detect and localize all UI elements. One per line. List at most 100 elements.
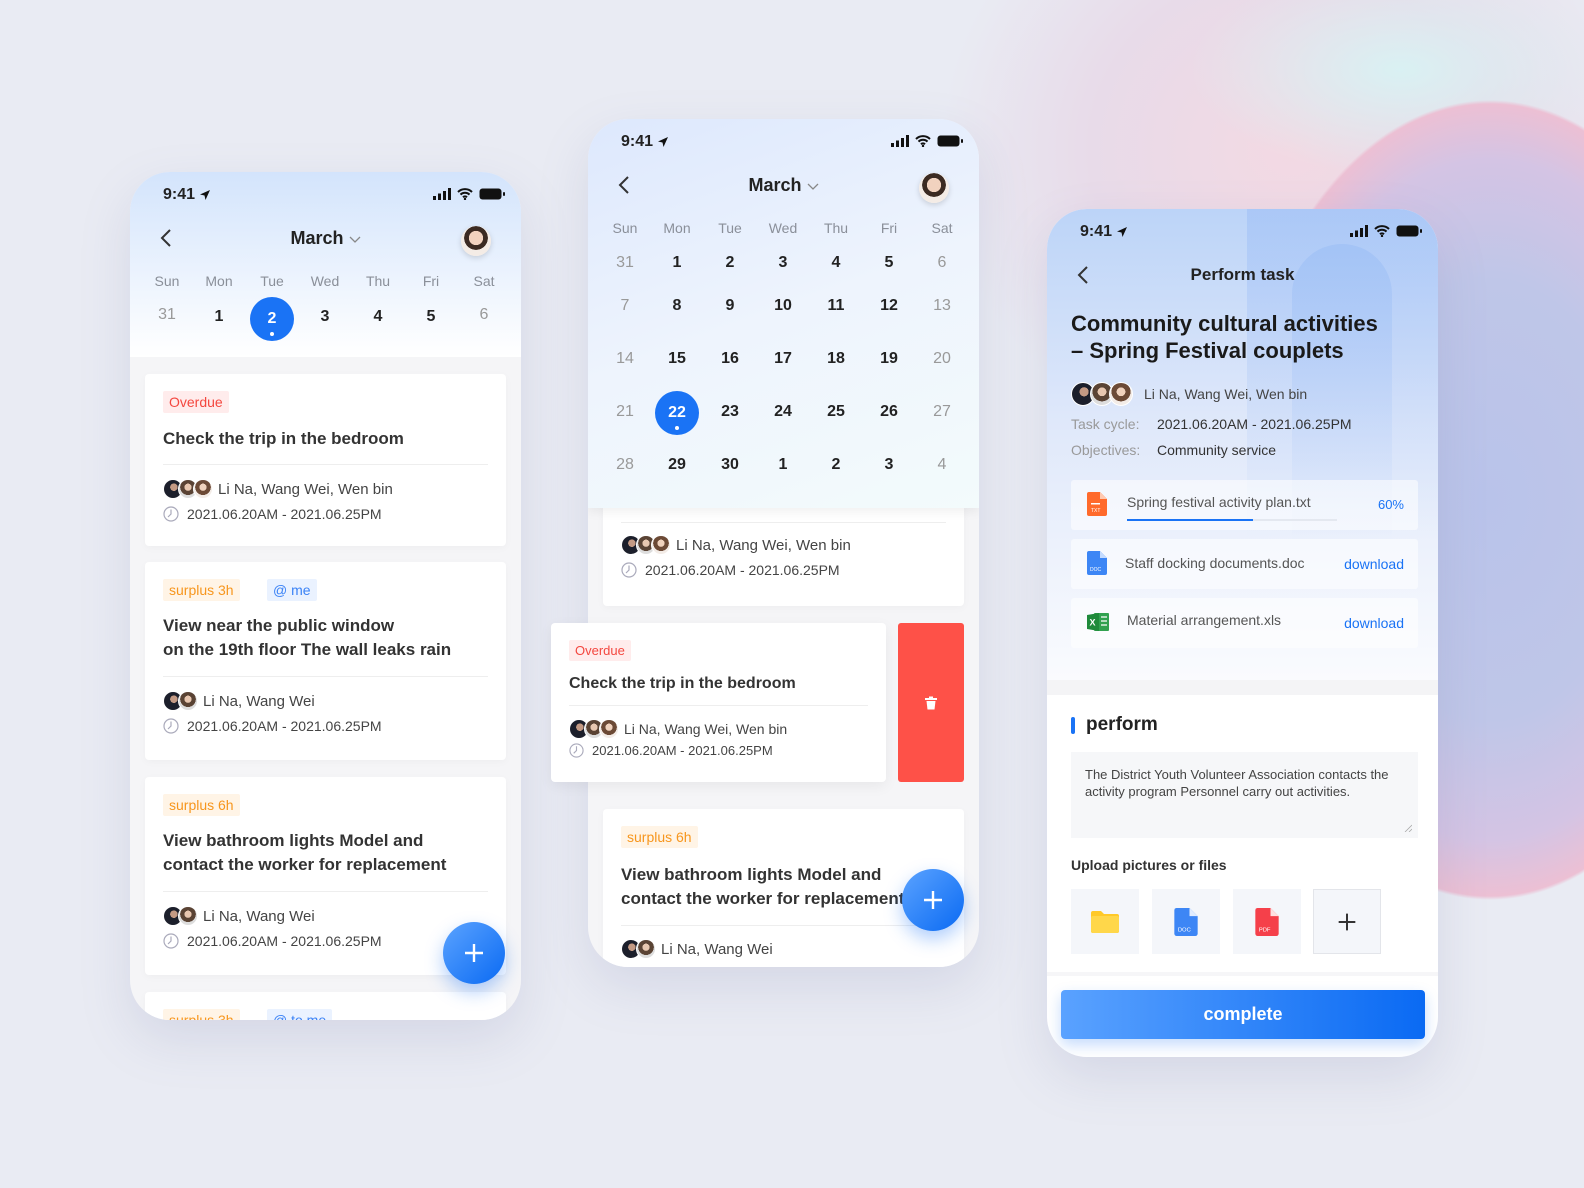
date-cell[interactable]: 3 [763,254,803,272]
date-cell-selected[interactable]: 22 [655,391,699,435]
status-tag: Overdue [163,391,229,413]
date-cell[interactable]: 6 [922,254,962,272]
battery-icon [479,188,505,200]
date-cell[interactable]: 1 [763,456,803,474]
upload-tile-doc[interactable]: DOC [1152,889,1220,954]
clock-icon [621,562,637,578]
date-cell[interactable]: 2 [816,456,856,474]
task-title: View near the public window on the 19th f… [163,614,488,662]
weekday-label: Tue [260,273,284,289]
date-cell[interactable]: 14 [605,350,645,368]
resize-handle-icon[interactable] [1404,824,1412,832]
weekday-label: Thu [365,273,391,289]
date-cell[interactable]: 19 [869,350,909,368]
status-bar-icons [891,135,963,147]
date-cell[interactable]: 1 [657,254,697,272]
date-cell[interactable]: 18 [816,350,856,368]
task-card[interactable]: surplus 3h @ to me [145,992,506,1020]
task-card[interactable]: surplus 3h @ me View near the public windo… [145,562,506,760]
wifi-icon [1374,225,1390,237]
date-cell[interactable]: 4 [358,308,398,326]
clock-icon [569,743,584,758]
clock-icon [163,506,179,522]
weekday-label: Tue [718,220,742,236]
weekday-label: Fri [880,220,898,236]
status-tag: surplus 3h [163,579,240,601]
date-cell[interactable]: 16 [710,350,750,368]
date-cell[interactable]: 5 [411,308,451,326]
complete-label: complete [1203,1004,1283,1024]
date-cell[interactable]: 15 [657,350,697,368]
date-cell[interactable]: 31 [605,254,645,272]
svg-text:PDF: PDF [1259,927,1271,933]
signal-icon [1350,225,1368,237]
calendar-panel: 9:41 March Sun Mon Tue Wed Thu Fri Sat 31 1 2 3 4 5 6… [588,119,979,508]
date-cell[interactable]: 21 [605,403,645,421]
assignee-names: Li Na, Wang Wei, Wen bin [1144,386,1308,402]
month-title: March [290,228,344,248]
task-time: 2021.06.20AM - 2021.06.25PM [163,506,382,522]
date-cell[interactable]: 13 [922,297,962,315]
page-title: Perform task [1190,265,1295,284]
task-card-swiped[interactable]: Overdue Check the trip in the bedroom Li… [551,623,886,782]
add-task-button[interactable] [443,922,505,984]
file-name: Material arrangement.xls [1127,612,1282,628]
date-cell[interactable]: 7 [605,297,645,315]
perform-textarea[interactable]: The District Youth Volunteer Association… [1071,752,1418,838]
file-row[interactable]: DOC Staff docking documents.doc download [1071,539,1418,589]
date-cell[interactable]: 28 [605,456,645,474]
user-avatar[interactable] [919,173,949,203]
task-title: View bathroom lights Model and contact th… [621,865,905,908]
date-cell[interactable]: 3 [869,456,909,474]
download-link[interactable]: download [1344,556,1404,572]
footer-divider [1047,972,1438,976]
user-avatar[interactable] [461,226,491,256]
date-cell-selected[interactable]: 2 [250,297,294,341]
plus-icon [462,941,486,965]
file-name: Staff docking documents.doc [1125,555,1305,571]
upload-tile-pdf[interactable]: PDF [1233,889,1301,954]
weekday-label: Wed [768,220,798,236]
date-cell[interactable]: 25 [816,403,856,421]
date-cell[interactable]: 30 [710,456,750,474]
download-link[interactable]: download [1344,615,1404,631]
weekday-label: Sun [612,220,638,236]
upload-tile-folder[interactable] [1071,889,1139,954]
date-cell[interactable]: 31 [147,306,187,324]
delete-button[interactable] [898,623,964,782]
date-cell[interactable]: 10 [763,297,803,315]
add-file-button[interactable] [1313,889,1381,954]
assignee-names: Li Na, Wang Wei, Wen bin [676,536,851,554]
date-cell[interactable]: 20 [922,350,962,368]
date-cell[interactable]: 23 [710,403,750,421]
file-row-uploading[interactable]: TXT Spring festival activity plan.txt 60… [1071,480,1418,530]
date-cell[interactable]: 24 [763,403,803,421]
date-cell[interactable]: 5 [869,254,909,272]
date-cell[interactable]: 8 [657,297,697,315]
date-cell[interactable]: 17 [763,350,803,368]
date-cell[interactable]: 11 [816,297,856,315]
time-range: 2021.06.20AM - 2021.06.25PM [645,562,840,578]
date-cell[interactable]: 9 [710,297,750,315]
date-cell[interactable]: 12 [869,297,909,315]
date-cell[interactable]: 26 [869,403,909,421]
date-cell[interactable]: 27 [922,403,962,421]
complete-button[interactable]: complete [1061,990,1425,1039]
date-cell[interactable]: 1 [199,308,239,326]
date-cell[interactable]: 29 [657,456,697,474]
add-task-button[interactable] [902,869,964,931]
date-cell[interactable]: 2 [710,254,750,272]
chevron-down-icon [349,236,361,244]
date-cell[interactable]: 4 [922,456,962,474]
time-text: 9:41 [163,186,196,203]
task-card[interactable]: Overdue Check the trip in the bedroom Li N… [145,374,506,546]
avatar [193,479,213,499]
status-tag: @ to me [267,1009,333,1020]
file-row[interactable]: X Material arrangement.xls download [1071,598,1418,648]
date-cell[interactable]: 4 [816,254,856,272]
date-cell[interactable]: 6 [464,306,504,324]
date-cell[interactable]: 3 [305,308,345,326]
time-text: 9:41 [1080,223,1113,240]
doc-file-icon: DOC [1174,907,1198,936]
phone-calendar-month: Li Na, Wang Wei, Wen bin 2021.06.20AM - … [588,119,979,967]
